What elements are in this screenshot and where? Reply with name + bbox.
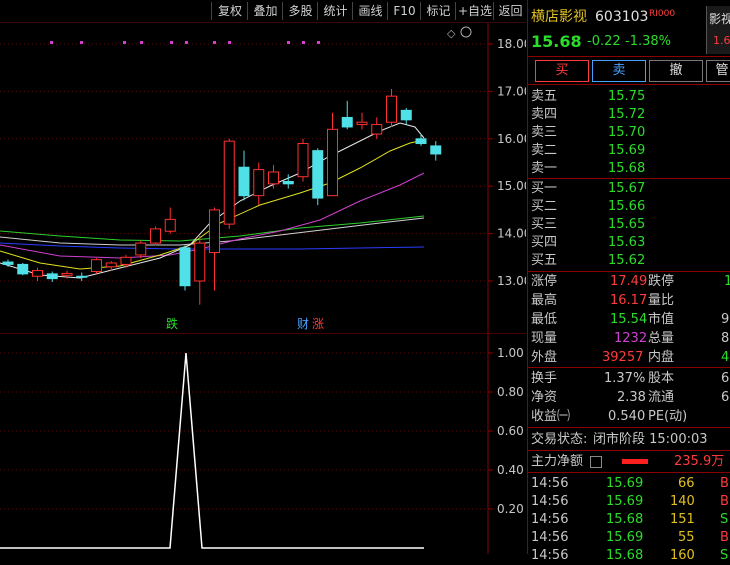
stat-row-outer: 外盘 39257 内盘 4 [531, 350, 730, 365]
netflow-bar [622, 459, 648, 464]
candle-up [223, 140, 235, 225]
candle-up [209, 209, 220, 254]
stock-name: 横店影视 [531, 9, 587, 25]
ask-row-3: 卖三 15.70 [531, 125, 646, 140]
candle-up [386, 95, 397, 123]
candle-up [91, 259, 102, 273]
candle-up [327, 128, 338, 197]
toolbar-zixuan-button[interactable]: +自选 [455, 2, 494, 20]
bid-row-3: 买三 15.65 [531, 217, 646, 232]
main-y-tick-label: 16.00 [497, 132, 526, 146]
ask-row-1: 卖一 15.68 [531, 161, 646, 176]
sub-chart-bg [0, 333, 526, 554]
sub-y-tick-label: 1.00 [497, 346, 524, 360]
candle-up [150, 228, 161, 244]
marker-die: 跌 [166, 316, 178, 331]
chart-toolbar: 复权 叠加 多股 统计 画线 F10 标记 +自选 返回 [0, 0, 526, 23]
next-stock-name: 影视 [709, 12, 730, 26]
candle-up [297, 143, 309, 178]
sub-y-tick-label: 0.40 [497, 463, 524, 477]
candle-down [430, 145, 442, 155]
toolbar-tongji-button[interactable]: 统计 [317, 2, 353, 20]
tick-row: 14:56 15.69 140 B [531, 494, 729, 509]
stat-row-earnings: 收益㈠ 0.540 PE(动) [531, 409, 688, 424]
sell-button[interactable]: 卖 [592, 60, 646, 82]
sub-y-tick-label: 0.20 [497, 502, 524, 516]
candle-down [238, 166, 250, 197]
main-y-tick-label: 17.00 [497, 84, 526, 98]
tick-row: 14:56 15.69 66 B [531, 476, 729, 491]
price-row: 15.68 -0.22 -1.38% [528, 31, 730, 53]
candlestick-chart[interactable]: 跌 财 涨 ◇ 18.00 17.00 16.00 15.00 14.00 13.00 [0, 23, 526, 333]
toolbar-f10-button[interactable]: F10 [387, 2, 421, 20]
candle-up [268, 171, 279, 185]
stat-row-high: 最高 16.17 量比 [531, 293, 675, 308]
candle-up [61, 272, 73, 276]
bid-row-1: 买一 15.67 [531, 181, 646, 196]
candle-down [17, 263, 29, 275]
toolbar-biaoji-button[interactable]: 标记 [420, 2, 456, 20]
netflow-list-icon[interactable] [590, 456, 602, 468]
stock-flag: RI000 [649, 9, 676, 19]
stock-header: 横店影视 603103 RI000 [528, 6, 730, 28]
quote-panel: 横店影视 603103 RI000 影视 1.6 15.68 -0.22 -1.… [527, 0, 730, 563]
marker-zhang: 涨 [312, 316, 324, 331]
stat-row-turnover: 换手 1.37% 股本 6 [531, 371, 730, 386]
candle-up [164, 218, 176, 232]
candle-up [194, 242, 206, 282]
ask-row-4: 卖四 15.72 [531, 107, 646, 122]
buy-button[interactable]: 买 [535, 60, 589, 82]
toolbar-huaxian-button[interactable]: 画线 [352, 2, 388, 20]
trade-status-row: 交易状态: 闭市阶段 15:00:03 [531, 432, 708, 447]
candle-up [120, 256, 132, 265]
tick-row: 14:56 15.69 55 B [531, 530, 729, 545]
stat-row-netasset: 净资 2.38 流通 6 [531, 390, 730, 405]
candle-up [32, 270, 43, 277]
ask-row-5: 卖五 15.75 [531, 89, 646, 104]
candle-up [135, 242, 147, 256]
price-change-pct: -1.38% [625, 34, 671, 49]
candle-down [282, 180, 294, 185]
netflow-row[interactable]: 主力净额 235.9万 [528, 452, 730, 471]
stat-row-limit: 涨停 17.49 跌停 1 [531, 274, 730, 289]
candle-down [76, 275, 88, 278]
candle-up [105, 262, 117, 268]
main-y-tick-label: 14.00 [497, 227, 526, 241]
candle-up [371, 124, 383, 135]
sub-y-tick-label: 0.60 [497, 424, 524, 438]
tick-row: 14:56 15.68 151 S [531, 512, 729, 527]
candle-up [356, 121, 368, 126]
stat-row-low: 最低 15.54 市值 9 [531, 312, 730, 327]
candle-down [341, 116, 353, 128]
candle-down [415, 138, 427, 145]
candle-down [312, 150, 324, 199]
candle-up [253, 169, 265, 197]
main-y-tick-label: 15.00 [497, 179, 526, 193]
main-y-tick-label: 13.00 [497, 274, 526, 288]
candle-down [46, 273, 58, 280]
toolbar-back-button[interactable]: 返回 [493, 2, 527, 20]
toolbar-diejia-button[interactable]: 叠加 [247, 2, 283, 20]
toolbar-duogu-button[interactable]: 多股 [282, 2, 318, 20]
ask-row-2: 卖二 15.69 [531, 143, 646, 158]
bid-row-2: 买二 15.66 [531, 199, 646, 214]
main-y-tick-label: 18.00 [497, 37, 526, 51]
cancel-button[interactable]: 撤 [649, 60, 703, 82]
toolbar-fuquan-button[interactable]: 复权 [211, 2, 248, 20]
price-change: -0.22 [587, 34, 621, 49]
candle-down [400, 109, 412, 121]
marker-cai: 财 [297, 317, 309, 331]
diamond-icon[interactable]: ◇ [447, 27, 456, 40]
bid-row-4: 买四 15.63 [531, 235, 646, 250]
sub-y-tick-label: 0.80 [497, 385, 524, 399]
candle-down [2, 261, 14, 265]
manage-button[interactable]: 管 [706, 60, 730, 82]
tick-row: 14:56 15.68 160 S [531, 548, 729, 563]
stock-code: 603103 [595, 9, 649, 25]
indicator-chart[interactable]: 1.00 0.80 0.60 0.40 0.20 [0, 333, 526, 554]
current-price: 15.68 [531, 32, 582, 51]
stat-row-volume: 现量 1232 总量 8 [531, 331, 730, 346]
candle-down [179, 247, 191, 287]
bid-row-5: 买五 15.62 [531, 253, 646, 268]
